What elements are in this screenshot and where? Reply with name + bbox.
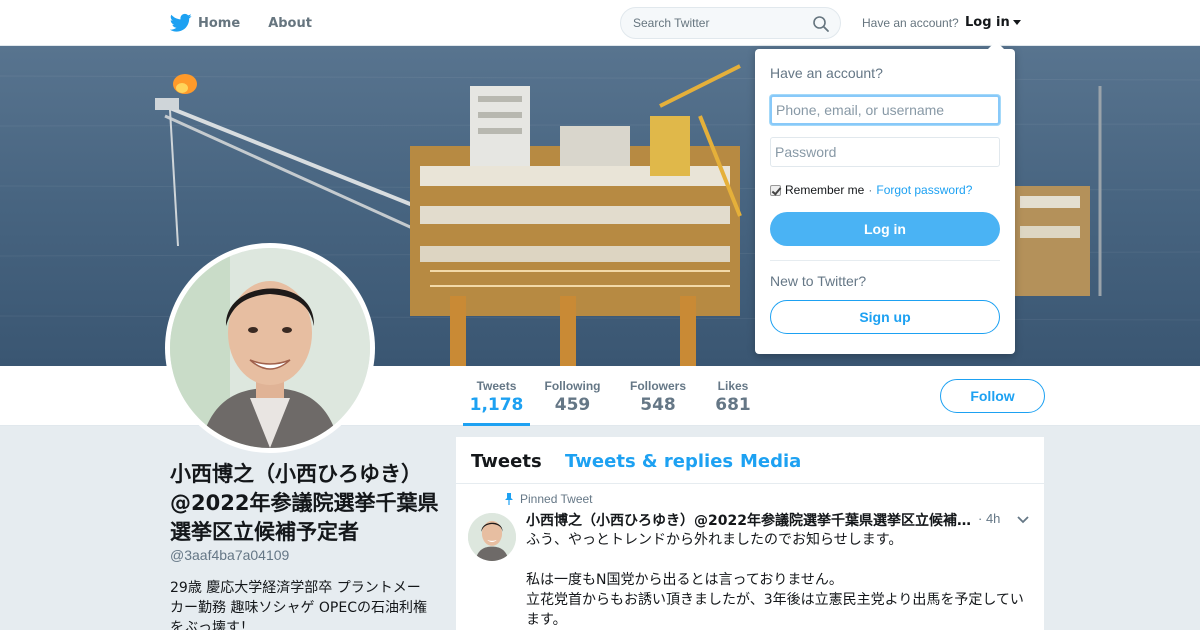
stat-followers-value: 548 [640, 395, 676, 415]
tab-tweets-replies[interactable]: Tweets & replies [565, 451, 733, 472]
dropdown-arrow [988, 41, 1004, 49]
timeline-tabs: Tweets Tweets & replies Media [456, 437, 1044, 484]
tweet-line-2: 私は一度もN国党から出るとは言っておりません。 [526, 572, 843, 588]
nav-home-link[interactable]: Home [198, 0, 240, 46]
dropdown-title: Have an account? [770, 65, 883, 81]
stat-likes-label: Likes [717, 379, 749, 393]
tab-tweets[interactable]: Tweets [471, 451, 542, 472]
chevron-down-icon[interactable] [1017, 516, 1029, 524]
have-account-text: Have an account? [862, 16, 959, 30]
caret-down-icon [1012, 20, 1021, 25]
forgot-password-link[interactable]: Forgot password? [876, 183, 972, 197]
username-input[interactable] [770, 95, 1000, 125]
separator-dot: · [868, 183, 873, 197]
password-input[interactable] [770, 137, 1000, 167]
timeline: Tweets Tweets & replies Media Pinned Twe… [456, 437, 1044, 630]
stat-followers[interactable]: Followers 548 [624, 366, 692, 426]
search-box[interactable] [620, 7, 841, 39]
profile-bio: 29歳 慶応大学経済学部卒 プラントメーカー勤務 趣味ソシャゲ OPECの石油利… [170, 580, 427, 630]
stat-following[interactable]: Following 459 [540, 366, 605, 426]
follow-button[interactable]: Follow [940, 379, 1045, 413]
login-dropdown-toggle[interactable]: Log in [965, 15, 1021, 30]
stat-tweets[interactable]: Tweets 1,178 [463, 366, 530, 426]
dropdown-divider [770, 260, 1000, 261]
tweet-line-3: 立花党首からもお誘い頂きましたが、3年後は立憲民主党より出馬を予定しています。 [526, 592, 1024, 628]
stat-likes[interactable]: Likes 681 [710, 366, 756, 426]
stat-following-label: Following [544, 379, 601, 393]
signup-button[interactable]: Sign up [770, 300, 1000, 334]
remember-me-checkbox[interactable] [770, 184, 781, 196]
tweet-text: ふう、やっとトレンドから外れましたのでお知らせします。 私は一度もN国党から出る… [526, 530, 1031, 630]
tweet-line-1: ふう、やっとトレンドから外れましたのでお知らせします。 [526, 532, 903, 548]
stat-followers-label: Followers [629, 379, 686, 393]
remember-me-row: Remember me · Forgot password? [770, 183, 972, 197]
pin-icon [505, 493, 513, 505]
pinned-tweet-text: Pinned Tweet [520, 492, 593, 506]
tab-media[interactable]: Media [740, 451, 801, 472]
stat-following-value: 459 [554, 395, 591, 415]
profile-name: 小西博之（小西ひろゆき）@2022年参議院選挙千葉県選挙区立候補予定者 [170, 462, 439, 544]
avatar-photo [170, 248, 370, 448]
avatar-portrait-image [170, 248, 370, 448]
top-nav-bar: Home About Have an account? Log in [0, 0, 1200, 46]
search-icon[interactable] [812, 15, 830, 33]
profile-handle[interactable]: @3aaf4ba7a04109 [170, 547, 289, 563]
tweet-author-name[interactable]: 小西博之（小西ひろゆき）@2022年参議院選挙千葉県選挙区立候補予定者 [526, 510, 976, 530]
twitter-bird-icon[interactable] [170, 13, 192, 33]
tweet-timestamp[interactable]: · 4h [978, 511, 1000, 526]
stat-tweets-value: 1,178 [469, 395, 524, 415]
new-to-twitter-text: New to Twitter? [770, 273, 867, 289]
tweet-line-gap [526, 550, 1031, 570]
login-toggle-label: Log in [965, 15, 1010, 30]
nav-about-link[interactable]: About [268, 0, 312, 46]
pinned-tweet-label: Pinned Tweet [504, 492, 593, 506]
tweet-avatar-image [468, 513, 516, 561]
login-button[interactable]: Log in [770, 212, 1000, 246]
profile-avatar[interactable] [165, 243, 375, 453]
remember-me-label[interactable]: Remember me [785, 183, 864, 197]
tweet-avatar[interactable] [468, 513, 516, 561]
stat-likes-value: 681 [715, 395, 751, 415]
login-dropdown: Have an account? Remember me · Forgot pa… [755, 41, 1015, 354]
search-input[interactable] [633, 16, 803, 30]
nav-left: Home About [170, 0, 312, 46]
stat-tweets-label: Tweets [476, 379, 517, 393]
